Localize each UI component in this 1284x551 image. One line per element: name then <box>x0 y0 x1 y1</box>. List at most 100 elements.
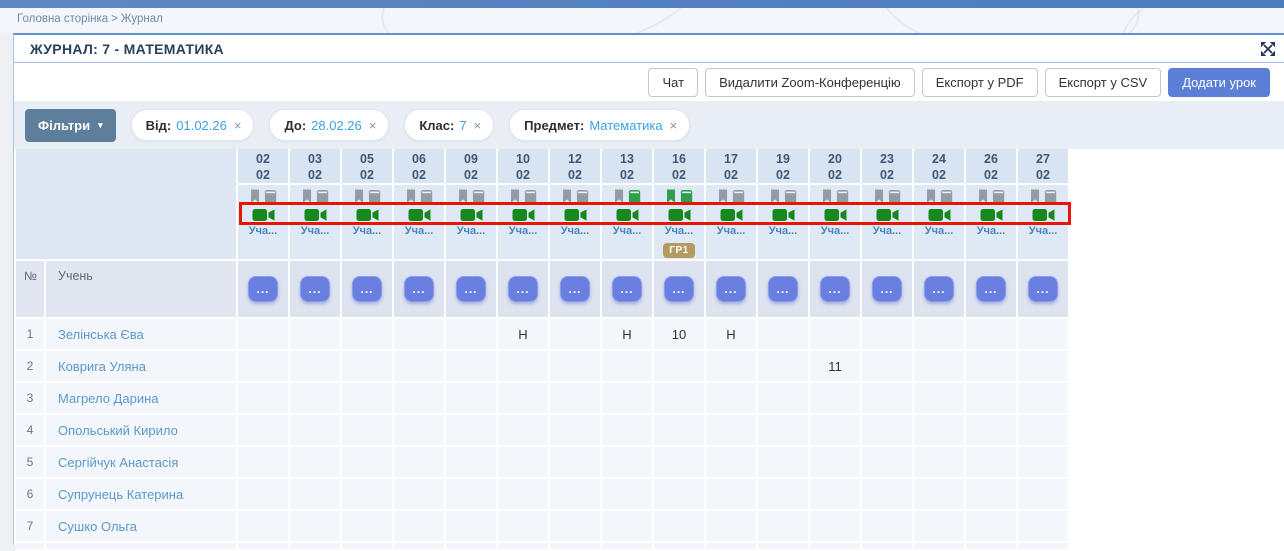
student-name-link[interactable]: Опольський Кирило <box>46 415 236 445</box>
column-menu-button[interactable]: ... <box>924 276 954 302</box>
grade-cell[interactable] <box>914 447 964 477</box>
grade-cell[interactable] <box>550 415 600 445</box>
grade-cell[interactable] <box>290 479 340 509</box>
bookmark-icon[interactable] <box>874 189 884 204</box>
grade-cell[interactable] <box>966 351 1016 381</box>
chat-button[interactable]: Чат <box>648 68 698 97</box>
grade-cell[interactable] <box>238 479 288 509</box>
bookmark-icon[interactable] <box>978 189 988 204</box>
participants-link[interactable]: Уча... <box>561 225 590 237</box>
participants-link[interactable]: Уча... <box>405 225 434 237</box>
grade-cell[interactable] <box>498 511 548 541</box>
grade-cell[interactable] <box>758 511 808 541</box>
grade-cell[interactable] <box>706 415 756 445</box>
bookmark-icon[interactable] <box>770 189 780 204</box>
bookmark-icon[interactable] <box>250 189 260 204</box>
grade-cell[interactable] <box>1018 415 1068 445</box>
video-conference-icon[interactable] <box>720 207 743 223</box>
date-column-header[interactable]: 06 02 <box>394 149 444 183</box>
grade-cell[interactable] <box>550 543 600 549</box>
date-column-header[interactable]: 03 02 <box>290 149 340 183</box>
date-column-header[interactable]: 17 02 <box>706 149 756 183</box>
homework-book-icon[interactable] <box>627 189 641 204</box>
grade-cell[interactable] <box>394 383 444 413</box>
grade-cell[interactable] <box>706 351 756 381</box>
grade-cell[interactable] <box>498 351 548 381</box>
participants-link[interactable]: Уча... <box>613 225 642 237</box>
bookmark-icon[interactable] <box>718 189 728 204</box>
grade-cell[interactable] <box>810 447 860 477</box>
student-name-link[interactable] <box>46 543 236 549</box>
grade-cell[interactable] <box>914 319 964 349</box>
grade-cell[interactable] <box>966 415 1016 445</box>
grade-cell[interactable] <box>862 351 912 381</box>
video-conference-icon[interactable] <box>772 207 795 223</box>
grade-cell[interactable] <box>706 447 756 477</box>
grade-cell[interactable] <box>290 319 340 349</box>
grade-cell[interactable] <box>498 543 548 549</box>
bookmark-icon[interactable] <box>406 189 416 204</box>
participants-link[interactable]: Уча... <box>873 225 902 237</box>
homework-book-icon[interactable] <box>939 189 953 204</box>
grade-cell[interactable] <box>342 511 392 541</box>
grade-cell[interactable] <box>290 351 340 381</box>
grade-cell[interactable] <box>862 479 912 509</box>
video-conference-icon[interactable] <box>616 207 639 223</box>
grade-cell[interactable] <box>550 383 600 413</box>
grade-cell[interactable] <box>810 383 860 413</box>
video-conference-icon[interactable] <box>928 207 951 223</box>
grade-cell[interactable] <box>810 319 860 349</box>
grade-cell[interactable] <box>342 383 392 413</box>
grade-cell[interactable] <box>706 383 756 413</box>
grade-cell[interactable] <box>706 479 756 509</box>
grade-cell[interactable] <box>1018 543 1068 549</box>
bookmark-icon[interactable] <box>562 189 572 204</box>
grade-cell[interactable] <box>342 479 392 509</box>
grade-cell[interactable] <box>706 511 756 541</box>
participants-link[interactable]: Уча... <box>457 225 486 237</box>
homework-book-icon[interactable] <box>783 189 797 204</box>
grade-cell[interactable] <box>550 479 600 509</box>
column-menu-button[interactable]: ... <box>300 276 330 302</box>
grade-cell[interactable] <box>238 351 288 381</box>
grade-cell[interactable] <box>290 511 340 541</box>
column-menu-button[interactable]: ... <box>768 276 798 302</box>
grade-cell[interactable] <box>238 415 288 445</box>
grade-cell[interactable] <box>810 543 860 549</box>
grade-cell[interactable]: 11 <box>810 351 860 381</box>
grade-cell[interactable] <box>238 319 288 349</box>
grade-cell[interactable] <box>394 415 444 445</box>
participants-link[interactable]: Уча... <box>821 225 850 237</box>
homework-book-icon[interactable] <box>419 189 433 204</box>
bookmark-icon[interactable] <box>926 189 936 204</box>
grade-cell[interactable] <box>654 351 704 381</box>
grade-cell[interactable] <box>446 479 496 509</box>
grade-cell[interactable] <box>238 543 288 549</box>
student-name-link[interactable]: Супрунець Катерина <box>46 479 236 509</box>
column-menu-button[interactable]: ... <box>560 276 590 302</box>
date-column-header[interactable]: 20 02 <box>810 149 860 183</box>
bookmark-icon[interactable] <box>302 189 312 204</box>
export-pdf-button[interactable]: Експорт у PDF <box>922 68 1038 97</box>
grade-cell[interactable] <box>1018 479 1068 509</box>
grade-cell[interactable] <box>1018 351 1068 381</box>
date-column-header[interactable]: 16 02 <box>654 149 704 183</box>
video-conference-icon[interactable] <box>564 207 587 223</box>
participants-link[interactable]: Уча... <box>353 225 382 237</box>
date-column-header[interactable]: 24 02 <box>914 149 964 183</box>
grade-cell[interactable] <box>498 447 548 477</box>
bookmark-icon[interactable] <box>822 189 832 204</box>
homework-book-icon[interactable] <box>1043 189 1057 204</box>
grade-cell[interactable]: 10 <box>654 319 704 349</box>
grade-cell[interactable] <box>862 511 912 541</box>
grade-cell[interactable] <box>758 447 808 477</box>
grade-cell[interactable] <box>446 543 496 549</box>
participants-link[interactable]: Уча... <box>977 225 1006 237</box>
student-name-link[interactable]: Сушко Ольга <box>46 511 236 541</box>
grade-cell[interactable] <box>1018 447 1068 477</box>
column-menu-button[interactable]: ... <box>976 276 1006 302</box>
remove-filter-icon[interactable]: × <box>234 118 242 133</box>
grade-cell[interactable] <box>394 319 444 349</box>
grade-cell[interactable] <box>290 543 340 549</box>
participants-link[interactable]: Уча... <box>925 225 954 237</box>
